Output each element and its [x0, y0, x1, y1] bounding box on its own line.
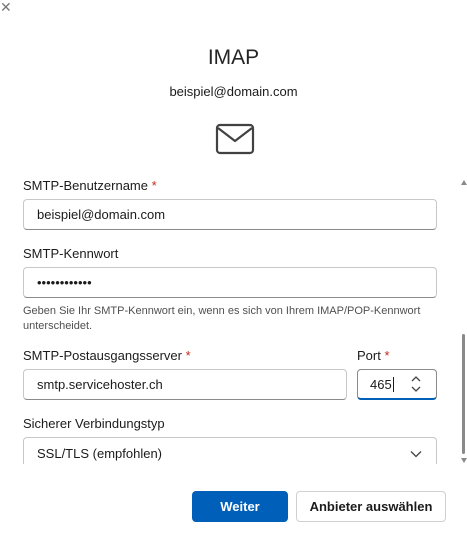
port-value: 465: [370, 377, 392, 392]
smtp-password-hint: Geben Sie Ihr SMTP-Kennwort ein, wenn es…: [23, 305, 421, 332]
choose-provider-button[interactable]: Anbieter auswählen: [296, 491, 446, 522]
security-type-value: SSL/TLS (empfohlen): [37, 446, 163, 461]
required-mark: *: [151, 178, 157, 193]
close-icon[interactable]: ✕: [0, 0, 14, 14]
scroll-up-icon[interactable]: [461, 180, 467, 185]
scroll-down-icon[interactable]: [461, 458, 467, 463]
security-type-label: Sicherer Verbindungstyp: [23, 416, 165, 431]
required-mark: *: [384, 348, 390, 363]
smtp-username-label: SMTP-Benutzername *: [23, 178, 157, 193]
port-field[interactable]: 465: [357, 369, 437, 400]
smtp-password-field[interactable]: ••••••••••••: [23, 267, 437, 298]
smtp-username-field[interactable]: beispiel@domain.com: [23, 199, 437, 230]
smtp-server-field[interactable]: smtp.servicehoster.ch: [23, 369, 347, 400]
spin-button-icon[interactable]: [411, 374, 421, 394]
next-button[interactable]: Weiter: [192, 491, 288, 522]
smtp-server-label: SMTP-Postausgangsserver *: [23, 348, 191, 363]
mail-icon: [215, 123, 255, 155]
smtp-password-label: SMTP-Kennwort: [23, 246, 119, 261]
security-type-select[interactable]: SSL/TLS (empfohlen): [23, 437, 437, 464]
settings-form[interactable]: SMTP-Benutzername * beispiel@domain.com …: [0, 172, 467, 464]
page-title: IMAP: [207, 46, 260, 69]
chevron-down-icon: [410, 451, 422, 458]
scrollbar-thumb[interactable]: [462, 334, 465, 454]
port-label: Port *: [357, 348, 390, 363]
text-caret: [392, 377, 394, 392]
account-email: beispiel@domain.com: [169, 84, 298, 99]
required-mark: *: [185, 348, 191, 363]
